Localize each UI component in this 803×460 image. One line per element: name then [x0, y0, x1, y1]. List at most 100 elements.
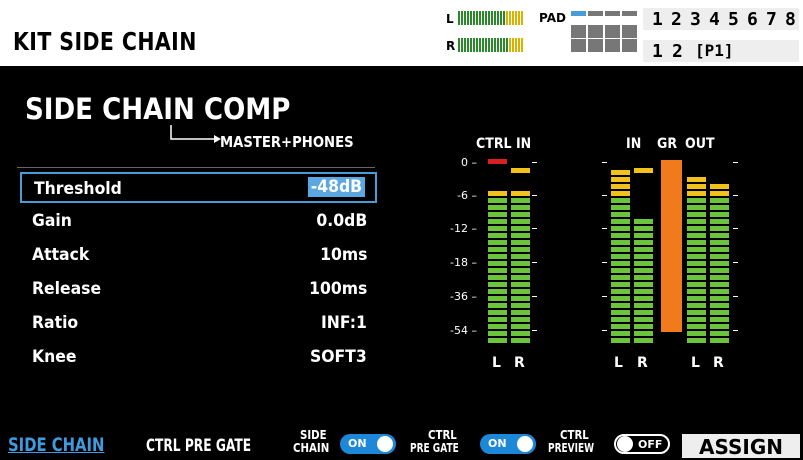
param-value[interactable]: 10ms — [320, 245, 367, 265]
level-meter-r — [458, 38, 523, 52]
level-segment — [482, 38, 484, 52]
meter-segment — [710, 191, 729, 196]
param-row-gain[interactable]: Gain 0.0dB — [20, 206, 377, 237]
meter-segment — [611, 254, 630, 259]
param-row-release[interactable]: Release 100ms — [20, 274, 377, 305]
meter-segment — [634, 282, 653, 287]
meter-segment — [634, 317, 653, 322]
param-name: Release — [32, 279, 102, 299]
assign-button[interactable]: ASSIGN — [682, 434, 800, 459]
meter-segment — [611, 296, 630, 301]
meter-segment — [710, 261, 729, 266]
meter-segment — [611, 268, 630, 273]
side-chain-toggle[interactable]: ON — [340, 434, 396, 454]
param-name: Gain — [32, 211, 72, 231]
meter-segment — [511, 205, 530, 210]
meter-segment — [611, 338, 630, 343]
meter-segment — [687, 275, 706, 280]
meter-peak-segment — [634, 168, 653, 173]
level-segment — [503, 11, 505, 25]
level-segment — [518, 11, 520, 25]
meter-segment — [611, 261, 630, 266]
scale-tick — [532, 162, 537, 163]
header-bar: KIT SIDE CHAIN L R PAD 12345678 1 2 [P1] — [0, 0, 803, 66]
meter-segment — [687, 282, 706, 287]
level-segment — [485, 38, 487, 52]
pad-cell — [571, 11, 586, 16]
meter-segment — [511, 268, 530, 273]
level-segment — [458, 38, 460, 52]
meter-segment — [634, 247, 653, 252]
meter-segment — [511, 289, 530, 294]
meter-peak-segment — [488, 159, 507, 164]
scale-label: -36 – — [450, 290, 477, 303]
meter-segment — [488, 310, 507, 315]
scale-tick — [602, 262, 607, 263]
meter-segment — [488, 338, 507, 343]
page-number-2: 2 — [672, 41, 683, 62]
ctrl-pregate-toggle[interactable]: ON — [480, 434, 536, 454]
meter-segment — [488, 233, 507, 238]
meter-segment — [687, 317, 706, 322]
meter-segment — [488, 275, 507, 280]
param-row-attack[interactable]: Attack 10ms — [20, 240, 377, 271]
meter-segment — [710, 184, 729, 189]
meter-segment — [687, 177, 706, 182]
level-segment — [509, 38, 511, 52]
scale-tick — [733, 262, 738, 263]
meter-segment — [687, 219, 706, 224]
meter-segment — [511, 282, 530, 287]
param-value[interactable]: INF:1 — [321, 313, 367, 333]
param-row-threshold[interactable]: Threshold -48dB — [20, 172, 377, 203]
meter-segment — [634, 289, 653, 294]
level-segment — [503, 38, 505, 52]
in-l-label: L — [614, 355, 623, 371]
scale-tick — [733, 228, 738, 229]
kit-number-1: 1 — [652, 9, 663, 30]
meter-peak-segment — [511, 168, 530, 173]
out-l-label: L — [691, 355, 700, 371]
section-title: SIDE CHAIN COMP — [25, 92, 291, 126]
tab-side-chain[interactable]: SIDE CHAIN — [8, 434, 104, 456]
level-segment — [497, 38, 499, 52]
meter-segment — [611, 289, 630, 294]
param-name: Attack — [32, 245, 90, 265]
meter-segment — [611, 198, 630, 203]
meter-segment — [634, 296, 653, 301]
meter-segment — [710, 226, 729, 231]
param-value[interactable]: 0.0dB — [316, 211, 367, 231]
param-row-knee[interactable]: Knee SOFT3 — [20, 342, 377, 373]
param-row-ratio[interactable]: Ratio INF:1 — [20, 308, 377, 339]
tab-ctrl-pregate[interactable]: CTRL PRE GATE — [146, 436, 251, 456]
ctrl-preview-toggle[interactable]: OFF — [614, 434, 670, 454]
meter-segment — [710, 289, 729, 294]
ctrl-in-label: CTRL IN — [476, 136, 532, 152]
param-value[interactable]: SOFT3 — [310, 347, 367, 367]
output-destination: MASTER+PHONES — [220, 133, 354, 151]
meter-segment — [511, 331, 530, 336]
param-value[interactable]: -48dB — [308, 177, 365, 197]
meter-segment — [634, 338, 653, 343]
meter-segment — [710, 275, 729, 280]
pad-cell — [605, 11, 620, 16]
level-segment — [482, 11, 484, 25]
meter-segment — [687, 324, 706, 329]
kit-number-2: 2 — [671, 9, 682, 30]
meter-segment — [488, 282, 507, 287]
level-segment — [476, 38, 478, 52]
level-segment — [488, 11, 490, 25]
meter-segment — [687, 338, 706, 343]
meter-segment — [687, 205, 706, 210]
meter-segment — [710, 219, 729, 224]
param-value[interactable]: 100ms — [309, 279, 367, 299]
toggle-state: OFF — [638, 438, 663, 451]
meter-segment — [511, 254, 530, 259]
meter-segment — [488, 289, 507, 294]
meter-segment — [634, 331, 653, 336]
meter-segment — [488, 254, 507, 259]
meter-segment — [511, 303, 530, 308]
ctrl-pregate-label-1: CTRL — [428, 428, 457, 442]
scale-tick — [532, 262, 537, 263]
meter-segment — [710, 233, 729, 238]
kit-number-4: 4 — [709, 9, 720, 30]
